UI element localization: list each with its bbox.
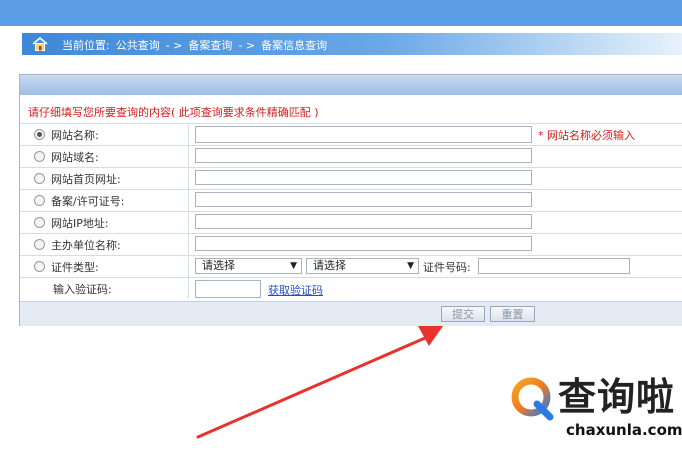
chaxunla-logo-icon [511, 377, 554, 421]
chaxunla-watermark: 查询啦 chaxunla.com [506, 373, 682, 457]
watermark-text-cn: 查询啦 [558, 375, 676, 419]
watermark-text-en: chaxunla.com [566, 421, 682, 439]
